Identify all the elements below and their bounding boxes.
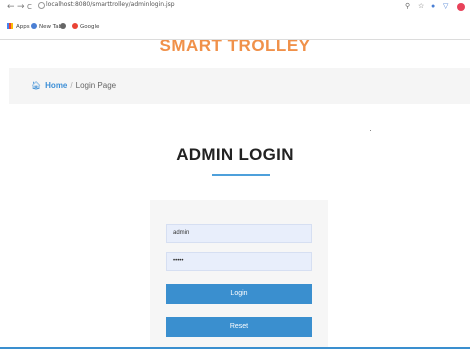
page-title: ADMIN LOGIN xyxy=(176,145,294,164)
extension-icon[interactable]: ● xyxy=(431,3,435,11)
bookmark-google[interactable]: Google xyxy=(72,22,99,32)
browser-chrome: ← → C localhost:8080/smarttrolley/adminl… xyxy=(0,0,470,38)
back-arrow-icon[interactable]: ← xyxy=(7,1,15,13)
profile-avatar[interactable] xyxy=(457,3,465,11)
shield-icon[interactable]: ▽ xyxy=(443,3,448,11)
bookmarks-bar: Apps New Tab Google xyxy=(0,22,470,34)
google-icon xyxy=(72,23,78,29)
login-button[interactable]: Login xyxy=(166,284,312,304)
key-icon[interactable]: ⚲ xyxy=(405,3,410,11)
header-divider xyxy=(0,39,470,40)
breadcrumb-home-link[interactable]: Home xyxy=(45,81,67,90)
apps-grid-icon xyxy=(7,23,13,29)
breadcrumb-separator: / xyxy=(70,81,73,90)
breadcrumb-current: Login Page xyxy=(75,81,117,90)
username-field[interactable]: admin xyxy=(166,224,312,243)
reload-icon[interactable]: C xyxy=(27,1,32,13)
info-icon[interactable] xyxy=(38,2,45,9)
browser-toolbar: ← → C localhost:8080/smarttrolley/adminl… xyxy=(0,0,470,20)
reset-button[interactable]: Reset xyxy=(166,317,312,337)
stray-dot xyxy=(370,130,371,131)
password-field[interactable]: ••••• xyxy=(166,252,312,271)
bookmark-untitled[interactable] xyxy=(60,22,68,32)
breadcrumb: 🏠︎ Home / Login Page xyxy=(31,81,116,91)
home-icon[interactable]: 🏠︎ xyxy=(31,81,41,90)
bookmark-new-tab[interactable]: New Tab xyxy=(31,22,62,32)
site-icon xyxy=(60,23,66,29)
globe-icon xyxy=(31,23,37,29)
address-bar[interactable]: localhost:8080/smarttrolley/adminlogin.j… xyxy=(46,0,175,10)
star-icon[interactable]: ☆ xyxy=(418,3,424,11)
bookmark-apps[interactable]: Apps xyxy=(7,22,30,32)
forward-arrow-icon[interactable]: → xyxy=(17,1,25,13)
title-underline xyxy=(212,174,270,176)
